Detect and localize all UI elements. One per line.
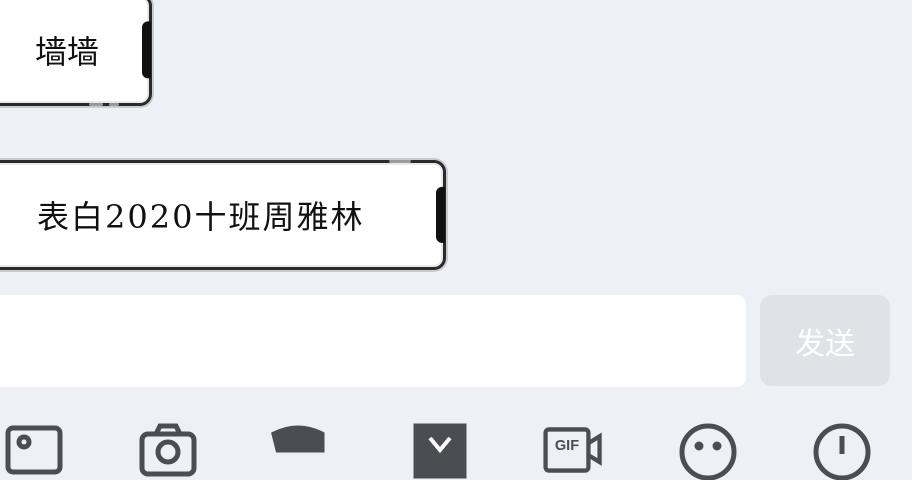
- message-bubble[interactable]: 表白2020十班周雅林: [0, 160, 446, 270]
- phone-frame-button: [389, 160, 411, 163]
- phone-frame-button: [89, 103, 103, 106]
- camera-icon[interactable]: [138, 420, 198, 480]
- message-text: 表白2020十班周雅林: [37, 198, 365, 236]
- red-packet-icon[interactable]: [268, 420, 328, 480]
- message-input[interactable]: [0, 295, 746, 387]
- phone-frame-button: [109, 103, 119, 106]
- emoji-icon[interactable]: [678, 420, 738, 480]
- message-text: 墙墙: [35, 33, 100, 71]
- message-bubble[interactable]: 墙墙: [0, 0, 152, 106]
- gift-icon[interactable]: [410, 420, 470, 480]
- send-button[interactable]: 发送: [760, 295, 890, 386]
- gif-icon[interactable]: GIF: [538, 420, 608, 480]
- send-button-label: 发送: [795, 326, 855, 362]
- more-icon[interactable]: [812, 420, 872, 480]
- gif-label: GIF: [555, 438, 579, 454]
- image-icon[interactable]: [4, 420, 64, 480]
